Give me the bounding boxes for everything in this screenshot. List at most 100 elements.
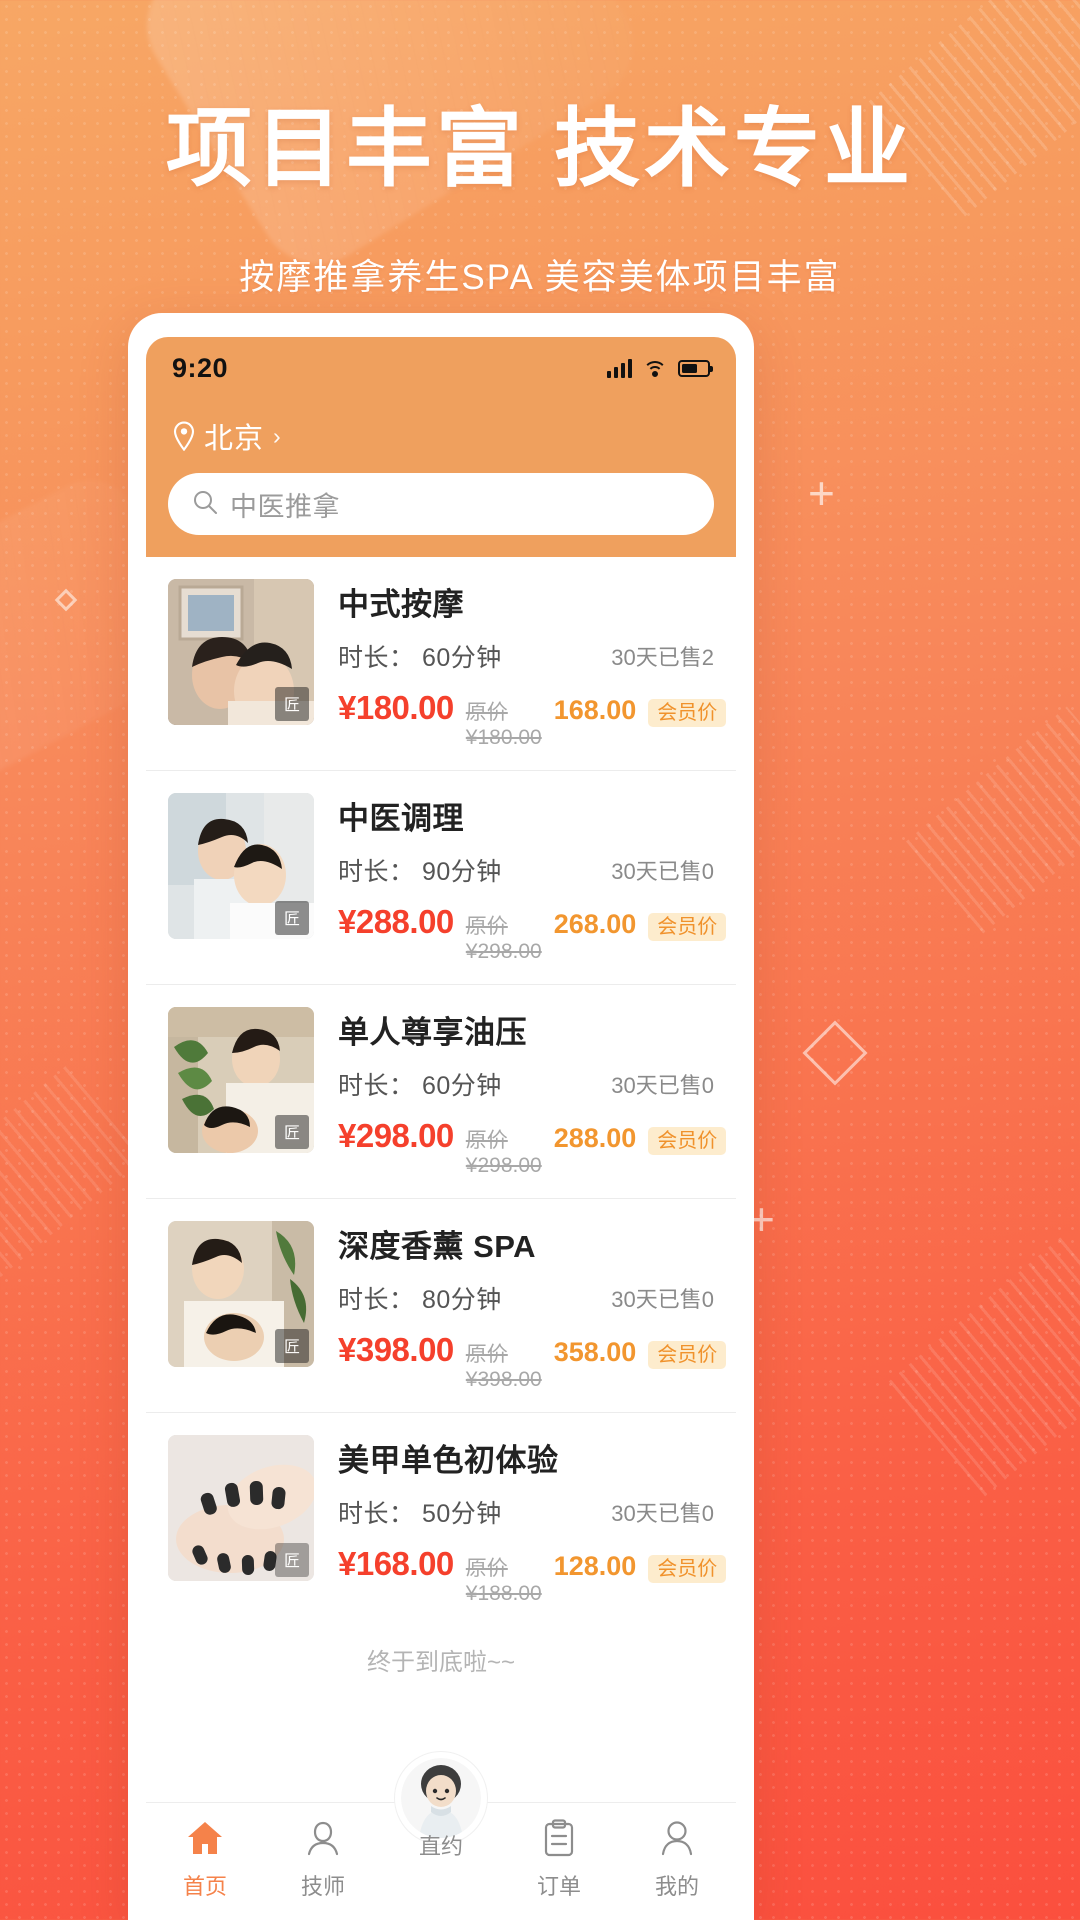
duration-label: 时长： xyxy=(338,1500,415,1528)
service-list[interactable]: 匠 中式按摩 时长： 60分钟 30天已售2 ¥180.00 原价 ¥180.0… xyxy=(146,557,736,1802)
tab-therapist[interactable]: 技师 xyxy=(264,1815,382,1901)
signal-bars-icon xyxy=(606,358,632,378)
service-info: 单人尊享油压 时长： 60分钟 30天已售0 ¥298.00 原价 ¥298.0… xyxy=(338,1007,727,1178)
service-meta: 时长： 50分钟 30天已售0 xyxy=(338,1494,714,1530)
service-thumbnail: 匠 xyxy=(168,1221,314,1367)
svg-text:匠: 匠 xyxy=(284,911,300,928)
duration-value: 80分钟 xyxy=(421,1286,502,1314)
service-title: 中式按摩 xyxy=(338,587,464,622)
duration-value: 60分钟 xyxy=(421,644,502,672)
duration-value: 50分钟 xyxy=(421,1500,502,1528)
booking-avatar xyxy=(401,1758,481,1838)
phone-screen: 9:20 北京 › 中医推拿 匠 中式按摩 时长： 60分钟 30天已售2 ¥1… xyxy=(146,337,736,1920)
status-time: 9:20 xyxy=(172,352,229,383)
home-icon xyxy=(185,1815,225,1861)
location-pin-icon xyxy=(172,421,196,451)
sold-count: 0 xyxy=(701,859,714,884)
tab-home[interactable]: 首页 xyxy=(146,1815,264,1901)
service-thumbnail: 匠 xyxy=(168,1435,314,1581)
service-meta: 时长： 60分钟 30天已售0 xyxy=(338,1066,714,1102)
location-city-label: 北京 xyxy=(204,423,265,455)
service-member-price: 358.00 xyxy=(553,1337,637,1367)
wifi-icon xyxy=(643,359,667,377)
bottom-tab-bar[interactable]: 首页 技师 直约 订单 我的 xyxy=(146,1752,736,1920)
battery-icon xyxy=(678,359,713,377)
sold-prefix: 30天已售 xyxy=(611,1073,702,1098)
status-icons xyxy=(606,358,713,378)
poster-title: 项目丰富 技术专业 xyxy=(166,101,914,197)
service-title: 单人尊享油压 xyxy=(338,1015,527,1050)
service-duration: 时长： 60分钟 xyxy=(338,1066,502,1102)
list-item[interactable]: 匠 单人尊享油压 时长： 60分钟 30天已售0 ¥298.00 原价 ¥298… xyxy=(146,985,736,1199)
poster-subtitle: 按摩推拿养生SPA 美容美体项目丰富 xyxy=(239,258,841,297)
therapist-icon xyxy=(304,1815,342,1861)
service-member-price: 268.00 xyxy=(553,909,637,939)
price-line: ¥180.00 原价 ¥180.00 168.00 会员价 xyxy=(338,689,727,750)
tab-order[interactable]: 订单 xyxy=(500,1815,618,1901)
svg-text:匠: 匠 xyxy=(284,1339,300,1356)
list-item[interactable]: 匠 中式按摩 时长： 60分钟 30天已售2 ¥180.00 原价 ¥180.0… xyxy=(146,557,736,771)
service-orig-price: 原价 ¥298.00 xyxy=(465,1129,542,1177)
service-duration: 时长： 50分钟 xyxy=(338,1494,502,1530)
list-item[interactable]: 匠 美甲单色初体验 时长： 50分钟 30天已售0 ¥168.00 原价 ¥18… xyxy=(146,1413,736,1626)
service-price: ¥288.00 xyxy=(338,903,454,940)
service-orig-price: 原价 ¥188.00 xyxy=(465,1557,542,1605)
decor-stripes-bottomleft xyxy=(0,1062,147,1278)
location-selector[interactable]: 北京 › xyxy=(146,399,736,457)
service-meta: 时长： 90分钟 30天已售0 xyxy=(338,852,714,888)
service-orig-price: 原价 ¥180.00 xyxy=(465,701,542,749)
member-price-badge: 会员价 xyxy=(648,913,727,941)
tab-profile[interactable]: 我的 xyxy=(618,1815,736,1901)
service-member-price: 128.00 xyxy=(553,1551,637,1581)
service-sold: 30天已售0 xyxy=(611,1282,714,1314)
profile-icon xyxy=(659,1815,695,1861)
service-meta: 时长： 60分钟 30天已售2 xyxy=(338,638,714,674)
tab-profile-label: 我的 xyxy=(654,1874,699,1899)
list-end-text: 终于到底啦~~ xyxy=(366,1649,516,1676)
tab-therapist-label: 技师 xyxy=(300,1874,345,1899)
decor-stripes-midright xyxy=(905,706,1080,934)
duration-label: 时长： xyxy=(338,1072,415,1100)
phone-mockup: 9:20 北京 › 中医推拿 匠 中式按摩 时长： 60分钟 30天已售2 ¥1… xyxy=(128,313,754,1920)
tab-home-label: 首页 xyxy=(182,1874,227,1899)
service-sold: 30天已售0 xyxy=(611,1496,714,1528)
sold-prefix: 30天已售 xyxy=(611,1287,702,1312)
sold-prefix: 30天已售 xyxy=(611,1501,702,1526)
service-price: ¥168.00 xyxy=(338,1545,454,1582)
service-sold: 30天已售2 xyxy=(611,640,714,672)
price-line: ¥298.00 原价 ¥298.00 288.00 会员价 xyxy=(338,1117,727,1178)
decor-diamond-left xyxy=(54,588,78,612)
service-price: ¥398.00 xyxy=(338,1331,454,1368)
svg-text:匠: 匠 xyxy=(284,1125,300,1142)
service-thumbnail: 匠 xyxy=(168,1007,314,1153)
list-item[interactable]: 匠 中医调理 时长： 90分钟 30天已售0 ¥288.00 原价 ¥298.0… xyxy=(146,771,736,985)
service-orig-price: 原价 ¥398.00 xyxy=(465,1343,542,1391)
price-line: ¥398.00 原价 ¥398.00 358.00 会员价 xyxy=(338,1331,727,1392)
search-placeholder-text: 中医推拿 xyxy=(230,491,340,522)
service-thumbnail: 匠 xyxy=(168,579,314,725)
price-line: ¥168.00 原价 ¥188.00 128.00 会员价 xyxy=(338,1545,727,1606)
list-item[interactable]: 匠 深度香薰 SPA 时长： 80分钟 30天已售0 ¥398.00 原价 ¥3… xyxy=(146,1199,736,1413)
tab-booking[interactable]: 直约 xyxy=(382,1752,500,1861)
service-duration: 时长： 80分钟 xyxy=(338,1280,502,1316)
member-price-badge: 会员价 xyxy=(648,1555,727,1583)
member-price-badge: 会员价 xyxy=(648,699,727,727)
service-orig-price: 原价 ¥298.00 xyxy=(465,915,542,963)
duration-label: 时长： xyxy=(338,858,415,886)
sold-count: 0 xyxy=(701,1073,714,1098)
booking-icon xyxy=(395,1752,487,1844)
poster-header: 项目丰富 技术专业 按摩推拿养生SPA 美容美体项目丰富 xyxy=(0,78,1080,300)
service-sold: 30天已售0 xyxy=(611,854,714,886)
service-info: 中式按摩 时长： 60分钟 30天已售2 ¥180.00 原价 ¥180.00 xyxy=(338,579,727,750)
service-duration: 时长： 60分钟 xyxy=(338,638,502,674)
member-price-badge: 会员价 xyxy=(648,1341,727,1369)
app-header: 9:20 北京 › 中医推拿 xyxy=(146,337,736,557)
sold-prefix: 30天已售 xyxy=(611,645,702,670)
search-input[interactable]: 中医推拿 xyxy=(168,473,714,535)
service-info: 深度香薰 SPA 时长： 80分钟 30天已售0 ¥398.00 原价 ¥398… xyxy=(338,1221,727,1392)
sold-prefix: 30天已售 xyxy=(611,859,702,884)
tab-order-label: 订单 xyxy=(536,1874,581,1899)
service-info: 中医调理 时长： 90分钟 30天已售0 ¥288.00 原价 ¥298.00 xyxy=(338,793,727,964)
service-title: 美甲单色初体验 xyxy=(338,1443,559,1478)
chevron-right-icon: › xyxy=(273,422,281,449)
